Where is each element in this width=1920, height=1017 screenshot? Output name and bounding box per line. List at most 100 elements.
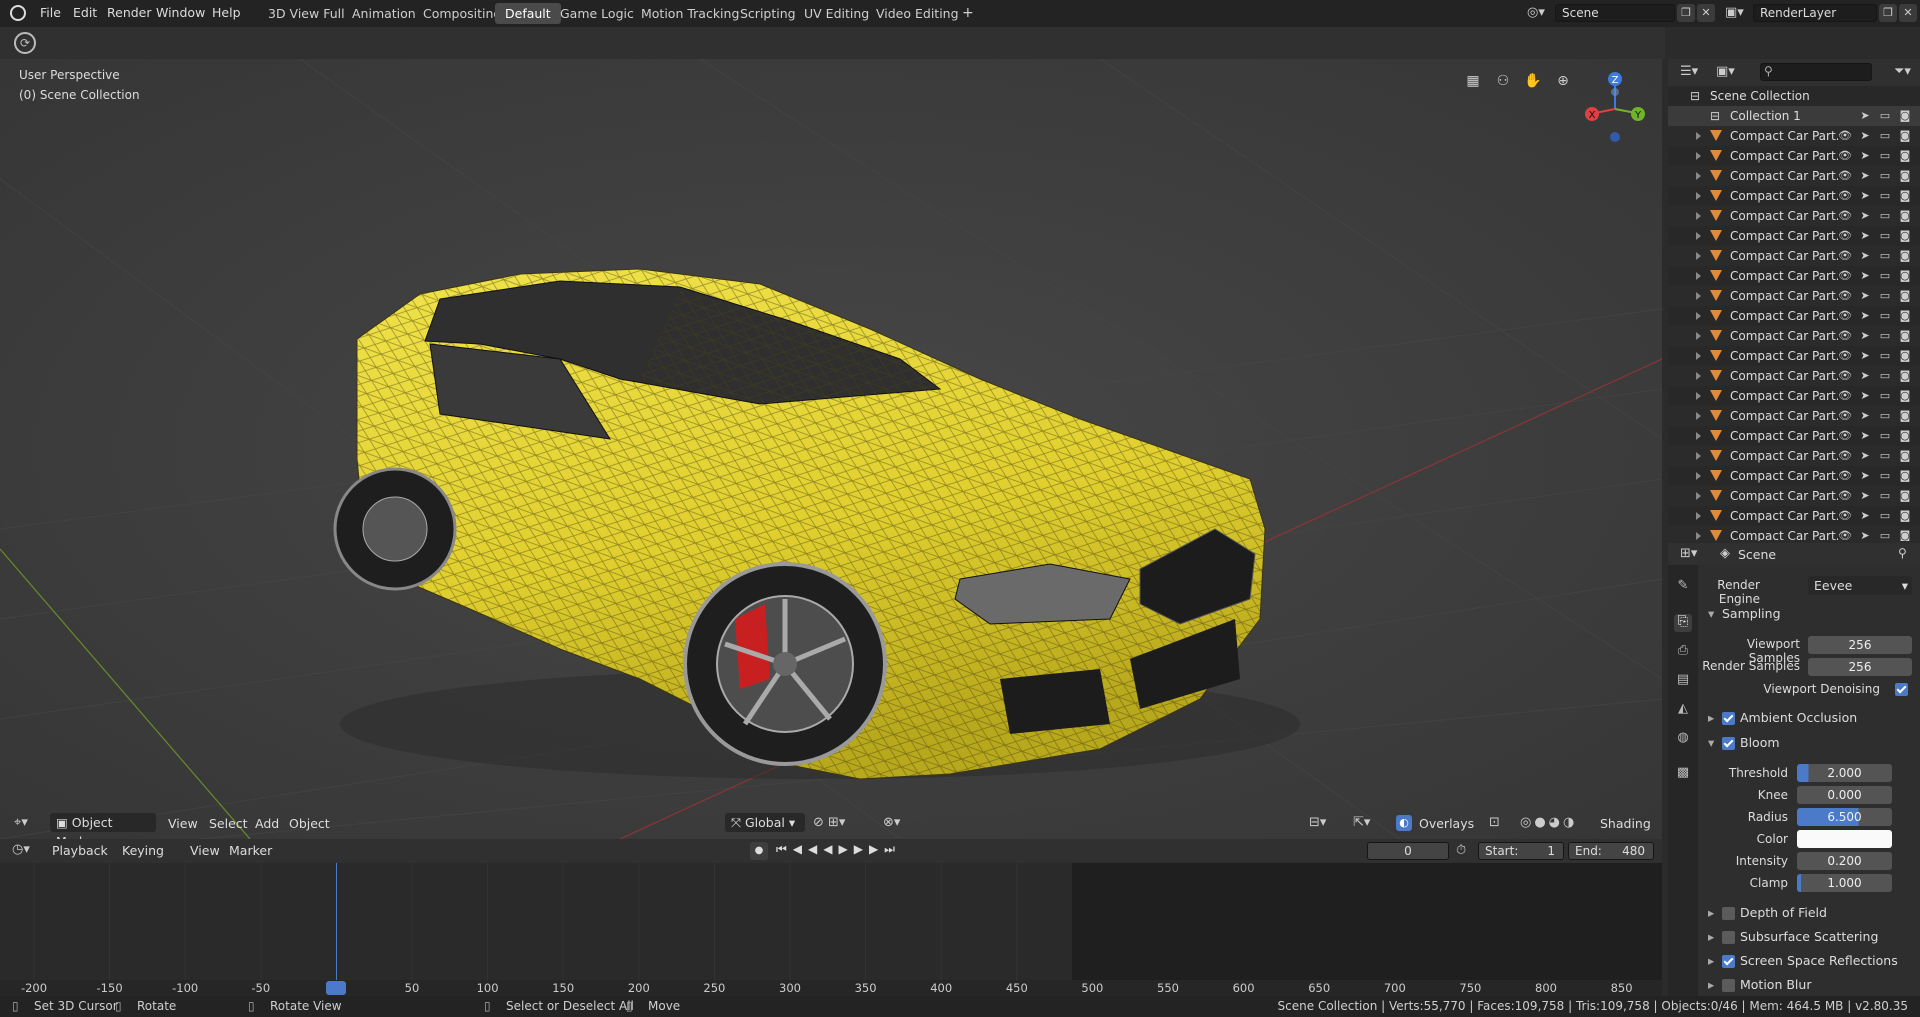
render-camera-icon[interactable]: ◙ xyxy=(1898,329,1912,343)
viewport-display-icon[interactable]: ▭ xyxy=(1878,529,1892,541)
select-arrow-icon[interactable]: ➤ xyxy=(1858,389,1872,403)
render-camera-icon[interactable]: ◙ xyxy=(1898,249,1912,263)
eye-icon[interactable]: 👁 xyxy=(1838,509,1852,523)
expand-right-icon[interactable] xyxy=(1696,292,1701,300)
render-tab-icon[interactable]: ⎘ xyxy=(1674,614,1692,632)
expand-right-icon[interactable] xyxy=(1696,532,1701,540)
render-camera-icon[interactable]: ◙ xyxy=(1898,189,1912,203)
menu-window[interactable]: Window xyxy=(156,5,205,20)
eye-icon[interactable]: 👁 xyxy=(1838,489,1852,503)
eye-icon[interactable]: 👁 xyxy=(1838,169,1852,183)
viewport-display-icon[interactable]: ▭ xyxy=(1878,129,1892,143)
render-camera-icon[interactable]: ◙ xyxy=(1898,169,1912,183)
expand-right-icon[interactable] xyxy=(1696,412,1701,420)
viewport-display-icon[interactable]: ▭ xyxy=(1878,289,1892,303)
outliner-object-row[interactable]: Compact Car Part.0 👁 ➤ ▭ ◙ xyxy=(1668,466,1920,486)
ssr-checkbox[interactable] xyxy=(1722,955,1735,968)
view-object-types-icon[interactable]: ⊟▾ xyxy=(1309,815,1326,830)
expand-right-icon[interactable] xyxy=(1696,272,1701,280)
expand-right-icon[interactable] xyxy=(1696,152,1701,160)
expand-right-icon[interactable] xyxy=(1696,372,1701,380)
render-camera-icon[interactable]: ◙ xyxy=(1898,289,1912,303)
render-layer-field[interactable]: RenderLayer xyxy=(1753,4,1877,22)
viewport-display-icon[interactable]: ▭ xyxy=(1878,249,1892,263)
menu-file[interactable]: File xyxy=(40,5,61,20)
timeline-ruler[interactable]: -200-150-100-500501001502002503003504004… xyxy=(0,980,1662,996)
eye-icon[interactable]: 👁 xyxy=(1838,149,1852,163)
object-mode-dropdown[interactable]: ▣ Object Mode ▾ xyxy=(50,813,156,849)
render-camera-icon[interactable]: ◙ xyxy=(1898,149,1912,163)
scene-name-field[interactable]: Scene xyxy=(1555,4,1675,22)
select-arrow-icon[interactable]: ➤ xyxy=(1858,229,1872,243)
viewport-display-icon[interactable]: ▭ xyxy=(1878,409,1892,423)
menu-render[interactable]: Render xyxy=(107,5,152,20)
eye-icon[interactable]: 👁 xyxy=(1838,329,1852,343)
viewport-display-icon[interactable]: ▭ xyxy=(1878,329,1892,343)
render-camera-icon[interactable]: ◙ xyxy=(1898,229,1912,243)
add-workspace-button[interactable]: + xyxy=(952,3,984,24)
viewport-display-icon[interactable]: ▭ xyxy=(1878,349,1892,363)
menu-add[interactable]: Add xyxy=(255,816,279,831)
select-arrow-icon[interactable]: ➤ xyxy=(1858,129,1872,143)
pan-hand-icon[interactable]: ✋ xyxy=(1524,73,1542,91)
outliner-object-row[interactable]: Compact Car Part.0 👁 ➤ ▭ ◙ xyxy=(1668,486,1920,506)
render-camera-icon[interactable]: ◙ xyxy=(1898,509,1912,523)
scene-icon[interactable]: ◎▾ xyxy=(1527,5,1545,20)
eye-icon[interactable]: 👁 xyxy=(1838,349,1852,363)
outliner-object-row[interactable]: Compact Car Part.0(👁 ➤ ▭ ◙ xyxy=(1668,186,1920,206)
outliner-object-row[interactable]: Compact Car Part.0 👁 ➤ ▭ ◙ xyxy=(1668,306,1920,326)
eye-icon[interactable]: 👁 xyxy=(1838,409,1852,423)
render-samples-field[interactable]: 256 xyxy=(1808,658,1912,676)
menu-timeline-view[interactable]: View xyxy=(190,843,220,858)
intensity-slider[interactable]: 0.200 xyxy=(1797,852,1892,870)
outliner-object-row[interactable]: Compact Car Part.0 👁 ➤ ▭ ◙ xyxy=(1668,386,1920,406)
end-frame-field[interactable]: End: 480 xyxy=(1568,842,1654,860)
expand-right-icon[interactable] xyxy=(1696,232,1701,240)
bloom-checkbox[interactable] xyxy=(1722,737,1735,750)
eye-icon[interactable]: 👁 xyxy=(1838,309,1852,323)
eye-icon[interactable]: 👁 xyxy=(1838,129,1852,143)
copy-layer-icon[interactable]: ❐ xyxy=(1879,4,1897,22)
overlays-dropdown[interactable]: Overlays xyxy=(1419,816,1474,831)
copy-scene-icon[interactable]: ❐ xyxy=(1677,4,1695,22)
menu-view[interactable]: View xyxy=(168,816,198,831)
3d-viewport[interactable]: User Perspective (0) Scene Collection ▦ … xyxy=(0,59,1662,839)
depth-of-field-checkbox[interactable] xyxy=(1722,907,1735,920)
viewport-display-icon[interactable]: ▭ xyxy=(1878,429,1892,443)
transform-tool-icon[interactable]: ⟳ xyxy=(14,32,36,54)
subsurface-checkbox[interactable] xyxy=(1722,931,1735,944)
render-engine-dropdown[interactable]: Eevee ▾ xyxy=(1808,576,1912,595)
zoom-icon[interactable]: ⊕ xyxy=(1554,73,1572,91)
render-camera-icon[interactable]: ◙ xyxy=(1898,469,1912,483)
select-arrow-icon[interactable]: ➤ xyxy=(1858,329,1872,343)
eye-icon[interactable]: 👁 xyxy=(1838,369,1852,383)
output-tab-icon[interactable]: ⎙ xyxy=(1674,643,1692,661)
viewport-display-icon[interactable]: ▭ xyxy=(1878,149,1892,163)
expand-right-icon[interactable] xyxy=(1696,312,1701,320)
viewport-display-icon[interactable]: ▭ xyxy=(1878,469,1892,483)
outliner-tree[interactable]: ⊟ Scene Collection ⊟ Collection 1 ➤ ▭ ◙ … xyxy=(1668,86,1920,541)
display-mode-icon[interactable]: ▣▾ xyxy=(1716,64,1735,79)
camera-icon[interactable]: ⚇ xyxy=(1494,73,1512,91)
render-camera-icon[interactable]: ◙ xyxy=(1898,349,1912,363)
eye-icon[interactable]: 👁 xyxy=(1838,429,1852,443)
viewport-display-icon[interactable]: ▭ xyxy=(1878,229,1892,243)
expand-right-icon[interactable] xyxy=(1696,392,1701,400)
world-tab-icon[interactable]: ◍ xyxy=(1674,730,1692,748)
outliner-object-row[interactable]: Compact Car Part.0(👁 ➤ ▭ ◙ xyxy=(1668,166,1920,186)
gizmo-toggle-icon[interactable]: ⇱▾ xyxy=(1353,815,1370,830)
shading-modes-icon[interactable]: ◎●◕◑ xyxy=(1520,815,1577,830)
select-arrow-icon[interactable]: ➤ xyxy=(1858,289,1872,303)
select-arrow-icon[interactable]: ➤ xyxy=(1858,449,1872,463)
select-arrow-icon[interactable]: ➤ xyxy=(1858,489,1872,503)
eye-icon[interactable]: 👁 xyxy=(1838,189,1852,203)
render-camera-icon[interactable]: ◙ xyxy=(1898,269,1912,283)
pin-icon[interactable]: ⚲ xyxy=(1898,546,1907,560)
select-arrow-icon[interactable]: ➤ xyxy=(1858,109,1872,123)
render-camera-icon[interactable]: ◙ xyxy=(1898,109,1912,123)
render-camera-icon[interactable]: ◙ xyxy=(1898,309,1912,323)
viewport-display-icon[interactable]: ▭ xyxy=(1878,169,1892,183)
tab-3d-view-full[interactable]: 3D View Full xyxy=(258,3,355,24)
current-frame-field[interactable]: 0 xyxy=(1367,842,1449,860)
stopwatch-icon[interactable]: ⏱ xyxy=(1456,843,1466,858)
